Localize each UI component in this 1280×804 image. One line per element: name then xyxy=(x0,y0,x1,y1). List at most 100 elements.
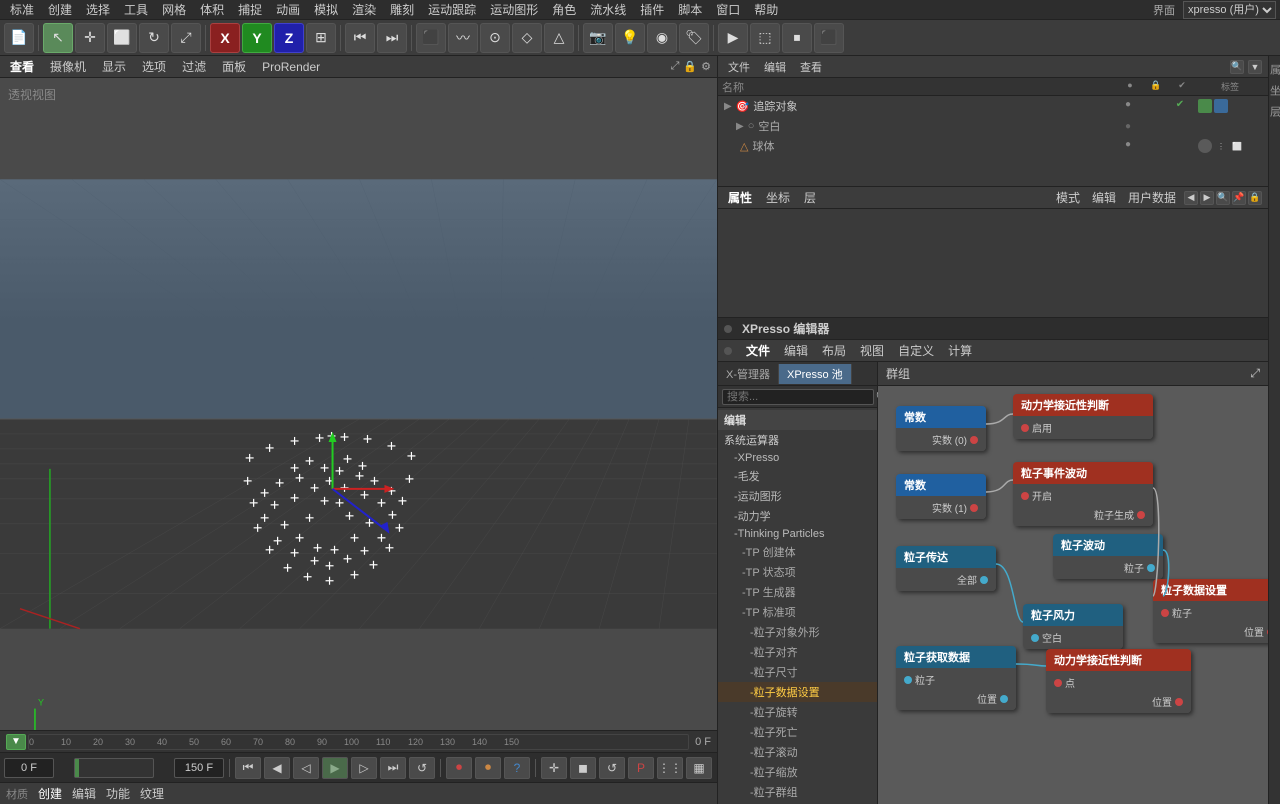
tb-cube[interactable]: ⬛ xyxy=(416,23,446,53)
vtab-attr[interactable]: 属 xyxy=(1265,60,1280,79)
sphere-lock[interactable] xyxy=(1146,139,1162,153)
menu-渲染[interactable]: 渲染 xyxy=(346,0,382,19)
node-const2[interactable]: 常数 实数 (1) xyxy=(896,474,986,519)
tb-curve[interactable]: 〰 xyxy=(448,23,478,53)
mat-tab-texture[interactable]: 纹理 xyxy=(140,785,164,802)
xpresso-tree[interactable]: 编辑 系统运算器 -XPresso -毛发 -运动图形 -动力学 -Thinki… xyxy=(718,408,877,804)
xp-tp-generator[interactable]: -TP 生成器 xyxy=(718,582,877,602)
tb-env[interactable]: △ xyxy=(544,23,574,53)
xp-dynamics[interactable]: -动力学 xyxy=(718,506,877,526)
pb-loop[interactable]: ↺ xyxy=(409,757,435,779)
pb-motion2[interactable]: ⋮⋮ xyxy=(657,757,683,779)
xpresso-menu-calc[interactable]: 计算 xyxy=(944,340,976,361)
props-tab-edit2[interactable]: 编辑 xyxy=(1088,187,1120,208)
mat-tab-edit[interactable]: 编辑 xyxy=(72,785,96,802)
xp-tab-pool[interactable]: XPresso 池 xyxy=(779,364,852,384)
menu-标准[interactable]: 标准 xyxy=(4,0,40,19)
menu-帮助[interactable]: 帮助 xyxy=(748,0,784,19)
xp-tp-create[interactable]: -TP 创建体 xyxy=(718,542,877,562)
vp-tab-display[interactable]: 显示 xyxy=(98,56,130,77)
vp-tab-prorender[interactable]: ProRender xyxy=(258,58,324,76)
tb-tag[interactable]: 🏷 xyxy=(679,23,709,53)
props-tab-mode[interactable]: 模式 xyxy=(1052,187,1084,208)
pb-play[interactable]: ▶ xyxy=(322,757,348,779)
tb-rotate-tool[interactable]: ↻ xyxy=(139,23,169,53)
xp-tab-manager[interactable]: X-管理器 xyxy=(718,364,779,384)
scene-item-track[interactable]: ▶ 🎯 追踪对象 ● ✔ xyxy=(718,96,1268,116)
vp-tab-options[interactable]: 选项 xyxy=(138,56,170,77)
tb-move-tool[interactable]: ✛ xyxy=(75,23,105,53)
menu-创建[interactable]: 创建 xyxy=(42,0,78,19)
menu-模拟[interactable]: 模拟 xyxy=(308,0,344,19)
vp-tab-panel[interactable]: 面板 xyxy=(218,56,250,77)
menu-角色[interactable]: 角色 xyxy=(546,0,582,19)
menu-运动图形[interactable]: 运动图形 xyxy=(484,0,544,19)
mat-tab-create[interactable]: 创建 xyxy=(38,785,62,802)
tb-nurbs[interactable]: ⊙ xyxy=(480,23,510,53)
scene-file[interactable]: 文件 xyxy=(724,58,754,76)
xp-tp-state[interactable]: -TP 状态项 xyxy=(718,562,877,582)
vp-tab-camera[interactable]: 摄像机 xyxy=(46,56,90,77)
xp-particle-align[interactable]: -粒子对齐 xyxy=(718,642,877,662)
pb-goto-start[interactable]: ⏮ xyxy=(235,757,261,779)
pb-help[interactable]: ? xyxy=(504,757,530,779)
scene-item-sphere[interactable]: △ 球体 ● ⋮ ⬜ xyxy=(718,136,1268,156)
tb-render-active[interactable]: ⏹ xyxy=(782,23,812,53)
menu-工具[interactable]: 工具 xyxy=(118,0,154,19)
xp-particle-rotate[interactable]: -粒子旋转 xyxy=(718,702,877,722)
props-tab-layers[interactable]: 层 xyxy=(800,187,820,208)
node-dyn1[interactable]: 动力学接近性判断 启用 xyxy=(1013,394,1153,439)
xpresso-menu-file[interactable]: 文件 xyxy=(742,340,774,361)
tb-coord[interactable]: ⊞ xyxy=(306,23,336,53)
tb-y-axis[interactable]: Y xyxy=(242,23,272,53)
props-search[interactable]: 🔍 xyxy=(1216,191,1230,205)
scene-edit[interactable]: 编辑 xyxy=(760,58,790,76)
vp-icon-settings[interactable]: ⚙ xyxy=(701,60,711,73)
xpresso-menu-custom[interactable]: 自定义 xyxy=(894,340,938,361)
xp-hair[interactable]: -毛发 xyxy=(718,466,877,486)
pb-record[interactable]: ⏺ xyxy=(446,757,472,779)
scene-filter-btn[interactable]: ▼ xyxy=(1248,60,1262,74)
xpresso-menu-view[interactable]: 视图 xyxy=(856,340,888,361)
3d-viewport[interactable]: 透视视图 xyxy=(0,78,717,730)
vp-tab-view[interactable]: 查看 xyxy=(6,56,38,77)
timeline-ruler[interactable]: ▼ 0 10 20 30 40 50 60 70 80 90 100 110 1… xyxy=(0,730,717,752)
menu-体积[interactable]: 体积 xyxy=(194,0,230,19)
tb-transform[interactable]: ⤢ xyxy=(171,23,201,53)
pb-key3[interactable]: ↺ xyxy=(599,757,625,779)
node-particle-wave2[interactable]: 粒子波动 粒子 xyxy=(1053,534,1163,579)
tb-deform[interactable]: ◇ xyxy=(512,23,542,53)
track-render[interactable]: ✔ xyxy=(1172,99,1188,113)
sphere-vis[interactable]: ● xyxy=(1120,139,1136,153)
menu-脚本[interactable]: 脚本 xyxy=(672,0,708,19)
vp-icon-resize[interactable]: ⤢ xyxy=(671,60,680,73)
track-lock[interactable] xyxy=(1146,99,1162,113)
menu-流水线[interactable]: 流水线 xyxy=(584,0,632,19)
node-editor-resize[interactable]: ⤢ xyxy=(1250,366,1260,381)
menu-动画[interactable]: 动画 xyxy=(270,0,306,19)
pb-motion[interactable]: P xyxy=(628,757,654,779)
tb-z-axis[interactable]: Z xyxy=(274,23,304,53)
xp-tp-standard[interactable]: -TP 标准项 xyxy=(718,602,877,622)
tb-timeline-end[interactable]: ⏭ xyxy=(377,23,407,53)
xpresso-menu-edit[interactable]: 编辑 xyxy=(780,340,812,361)
sphere-render[interactable] xyxy=(1172,139,1188,153)
tb-new[interactable]: 📄 xyxy=(4,23,34,53)
xp-particle-data-selected[interactable]: -粒子数据设置 xyxy=(718,682,877,702)
xp-particle-shape[interactable]: -粒子对象外形 xyxy=(718,622,877,642)
menu-插件[interactable]: 插件 xyxy=(634,0,670,19)
mat-tab-func[interactable]: 功能 xyxy=(106,785,130,802)
props-lock2[interactable]: 🔒 xyxy=(1248,191,1262,205)
menu-选择[interactable]: 选择 xyxy=(80,0,116,19)
menu-雕刻[interactable]: 雕刻 xyxy=(384,0,420,19)
null-vis[interactable]: ● xyxy=(1120,121,1136,132)
props-pin[interactable]: 📌 xyxy=(1232,191,1246,205)
menu-窗口[interactable]: 窗口 xyxy=(710,0,746,19)
menu-捕捉[interactable]: 捕捉 xyxy=(232,0,268,19)
pb-record-all[interactable]: ⏺ xyxy=(475,757,501,779)
scene-view[interactable]: 查看 xyxy=(796,58,826,76)
pb-step-forward[interactable]: ▷ xyxy=(351,757,377,779)
scene-search-btn[interactable]: 🔍 xyxy=(1230,60,1244,74)
props-tab-userdata[interactable]: 用户数据 xyxy=(1124,187,1180,208)
xpresso-menu-layout[interactable]: 布局 xyxy=(818,340,850,361)
